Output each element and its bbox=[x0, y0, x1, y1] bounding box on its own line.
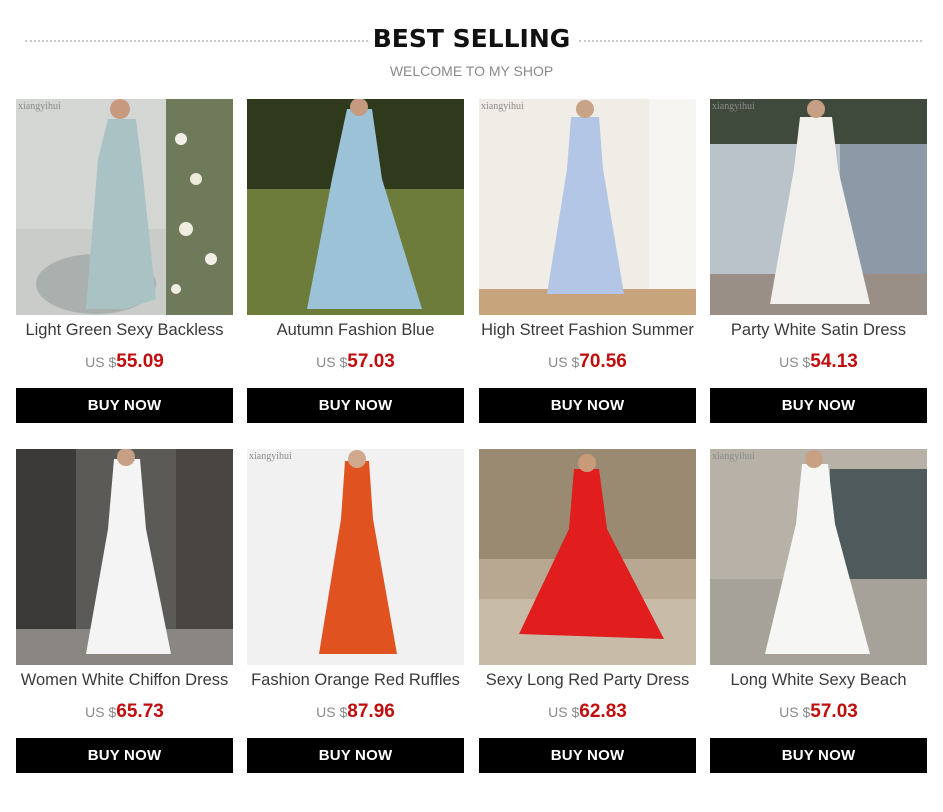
buy-now-button[interactable]: BUY NOW bbox=[479, 738, 696, 773]
price-currency: US $ bbox=[85, 354, 117, 370]
buy-now-button[interactable]: BUY NOW bbox=[710, 388, 927, 423]
price-currency: US $ bbox=[316, 704, 348, 720]
product-name[interactable]: Long White Sexy Beach bbox=[702, 671, 935, 690]
product-price: US $55.09 bbox=[16, 351, 233, 373]
product-image[interactable] bbox=[247, 99, 464, 315]
product-image[interactable]: xiangyihui bbox=[710, 99, 927, 315]
watermark-text: xiangyihui bbox=[249, 451, 292, 462]
price-amount: 55.09 bbox=[116, 351, 164, 372]
product-price: US $54.13 bbox=[710, 351, 927, 373]
product-image[interactable]: xiangyihui bbox=[710, 449, 927, 665]
product-name[interactable]: Party White Satin Dress bbox=[702, 321, 935, 340]
price-currency: US $ bbox=[316, 354, 348, 370]
buy-now-button[interactable]: BUY NOW bbox=[479, 388, 696, 423]
price-amount: 70.56 bbox=[579, 351, 627, 372]
price-amount: 54.13 bbox=[810, 351, 858, 372]
price-currency: US $ bbox=[548, 704, 580, 720]
price-amount: 57.03 bbox=[347, 351, 395, 372]
price-currency: US $ bbox=[548, 354, 580, 370]
product-price: US $70.56 bbox=[479, 351, 696, 373]
buy-now-button[interactable]: BUY NOW bbox=[16, 388, 233, 423]
product-name[interactable]: Women White Chiffon Dress bbox=[8, 671, 241, 690]
watermark-text: xiangyihui bbox=[712, 101, 755, 112]
price-amount: 62.83 bbox=[579, 701, 627, 722]
section-header: BEST SELLING WELCOME TO MY SHOP bbox=[0, 0, 943, 90]
product-image[interactable]: xiangyihui bbox=[16, 99, 233, 315]
price-currency: US $ bbox=[85, 704, 117, 720]
product-name[interactable]: Autumn Fashion Blue bbox=[239, 321, 472, 340]
watermark-text: xiangyihui bbox=[481, 101, 524, 112]
price-currency: US $ bbox=[779, 354, 811, 370]
product-price: US $57.03 bbox=[247, 351, 464, 373]
product-name[interactable]: Sexy Long Red Party Dress bbox=[471, 671, 704, 690]
price-amount: 87.96 bbox=[347, 701, 395, 722]
section-title: BEST SELLING bbox=[372, 24, 571, 53]
buy-now-button[interactable]: BUY NOW bbox=[710, 738, 927, 773]
product-image[interactable] bbox=[479, 449, 696, 665]
price-currency: US $ bbox=[779, 704, 811, 720]
buy-now-button[interactable]: BUY NOW bbox=[16, 738, 233, 773]
price-amount: 65.73 bbox=[116, 701, 164, 722]
product-image[interactable] bbox=[16, 449, 233, 665]
watermark-text: xiangyihui bbox=[712, 451, 755, 462]
product-image[interactable]: xiangyihui bbox=[479, 99, 696, 315]
watermark-text: xiangyihui bbox=[18, 101, 61, 112]
product-price: US $65.73 bbox=[16, 701, 233, 723]
product-price: US $62.83 bbox=[479, 701, 696, 723]
buy-now-button[interactable]: BUY NOW bbox=[247, 738, 464, 773]
buy-now-button[interactable]: BUY NOW bbox=[247, 388, 464, 423]
product-name[interactable]: Light Green Sexy Backless bbox=[8, 321, 241, 340]
product-name[interactable]: Fashion Orange Red Ruffles bbox=[239, 671, 472, 690]
price-amount: 57.03 bbox=[810, 701, 858, 722]
product-price: US $87.96 bbox=[247, 701, 464, 723]
section-subtitle: WELCOME TO MY SHOP bbox=[389, 63, 554, 79]
product-price: US $57.03 bbox=[710, 701, 927, 723]
product-image[interactable]: xiangyihui bbox=[247, 449, 464, 665]
product-name[interactable]: High Street Fashion Summer bbox=[471, 321, 704, 340]
